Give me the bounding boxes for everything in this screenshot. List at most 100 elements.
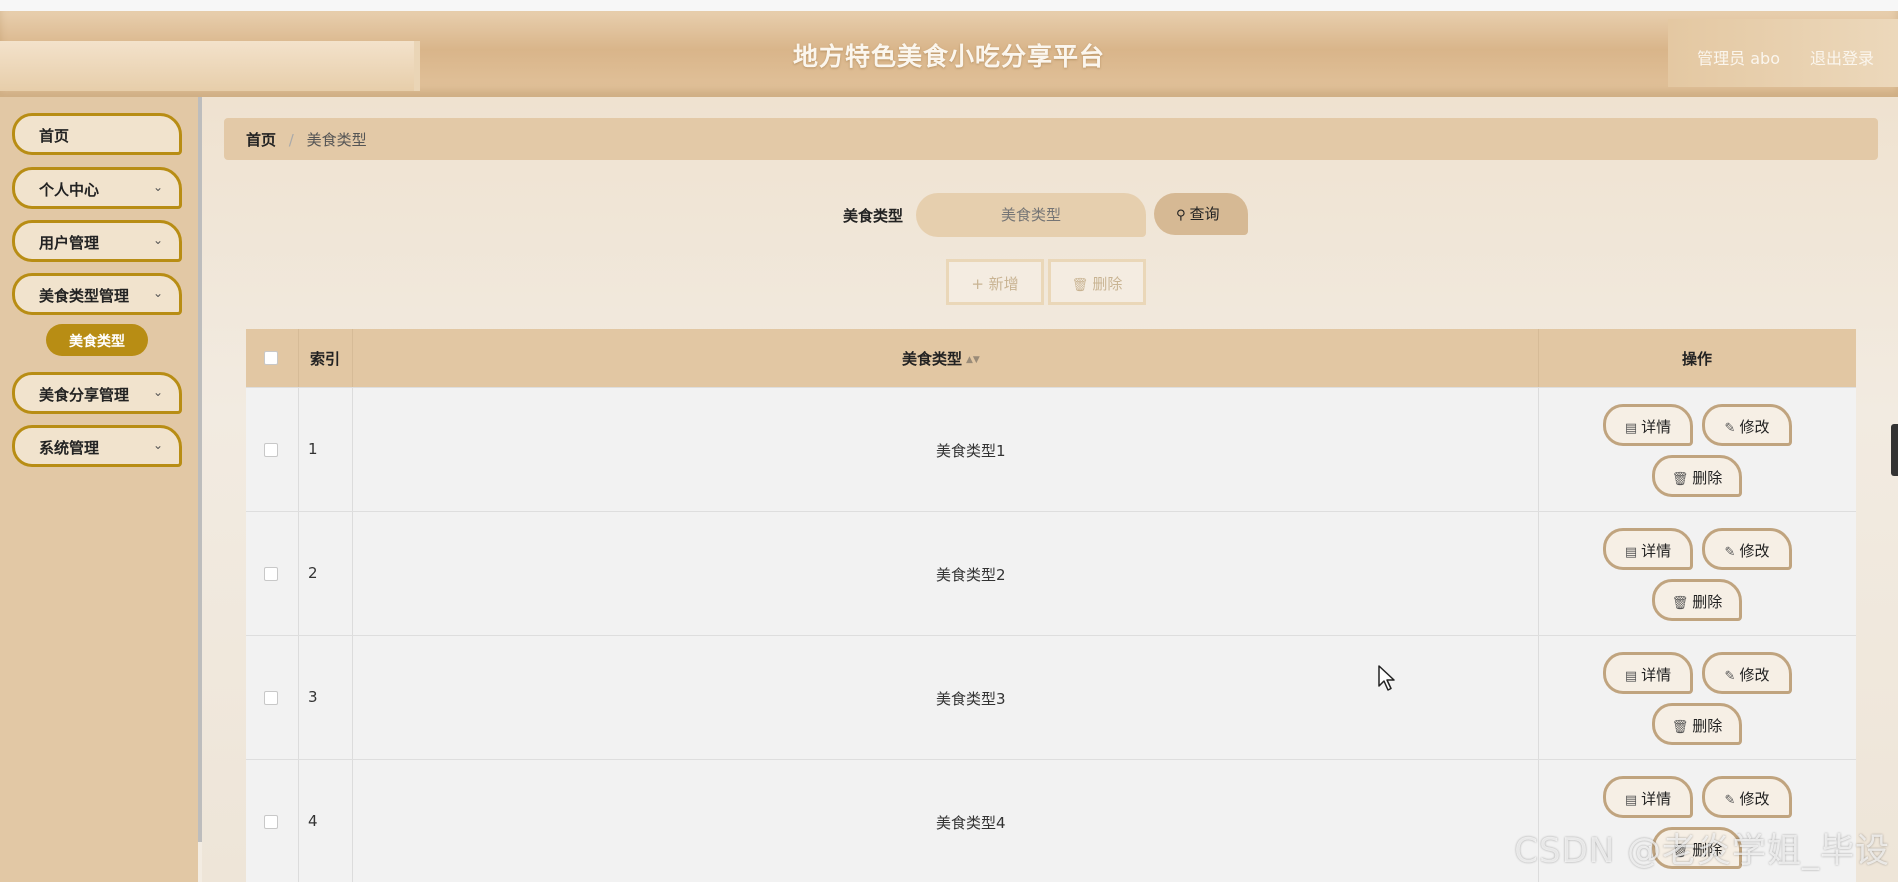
column-divider xyxy=(1538,512,1539,635)
detail-button[interactable]: ▤ 详情 xyxy=(1603,404,1693,446)
pencil-icon: ✎ xyxy=(1724,545,1736,560)
edit-button[interactable]: ✎ 修改 xyxy=(1702,404,1792,446)
breadcrumb-current: 美食类型 xyxy=(306,131,367,149)
pencil-icon: ✎ xyxy=(1724,421,1736,436)
edit-button-label: 修改 xyxy=(1739,790,1770,808)
row-checkbox[interactable] xyxy=(264,443,278,457)
detail-button-label: 详情 xyxy=(1641,418,1672,436)
header: 地方特色美食小吃分享平台 管理员 abo 退出登录 xyxy=(0,11,1898,97)
mouse-cursor-icon xyxy=(1378,665,1395,691)
column-divider xyxy=(352,388,353,511)
chevron-down-icon: ⌄ xyxy=(153,233,164,247)
logout-link[interactable]: 退出登录 xyxy=(1810,45,1874,69)
row-index: 2 xyxy=(308,564,318,582)
sidebar-item-food-share-management[interactable]: 美食分享管理 ⌄ xyxy=(12,372,182,414)
delete-button[interactable]: 🗑 删除 xyxy=(1652,455,1742,497)
batch-delete-button[interactable]: 🗑 删除 xyxy=(1048,259,1146,305)
row-checkbox[interactable] xyxy=(264,567,278,581)
food-type-table: 索引 美食类型 ▲▼ 操作 1 美食类型1 ▤ 详情 ✎ 修改 🗑 删除 2 美食类型2 xyxy=(246,329,1856,882)
column-divider xyxy=(352,760,353,882)
detail-button[interactable]: ▤ 详情 xyxy=(1603,776,1693,818)
app-title: 地方特色美食小吃分享平台 xyxy=(792,42,1105,71)
row-food-type: 美食类型4 xyxy=(936,814,1006,832)
main-content: 首页 / 美食类型 美食类型 ⚲查询 + 新增 🗑 删除 索引 美食类型▲▼ 操… xyxy=(202,97,1898,882)
pencil-icon: ✎ xyxy=(1724,669,1736,684)
edit-button-label: 修改 xyxy=(1739,666,1770,684)
column-divider xyxy=(352,636,353,759)
edit-button[interactable]: ✎ 修改 xyxy=(1702,776,1792,818)
document-icon: ▤ xyxy=(1624,669,1638,684)
document-icon: ▤ xyxy=(1624,793,1638,808)
row-index: 4 xyxy=(308,812,318,830)
row-index: 1 xyxy=(308,440,318,458)
header-operations: 操作 xyxy=(1682,350,1713,368)
detail-button-label: 详情 xyxy=(1641,542,1672,560)
add-button[interactable]: + 新增 xyxy=(946,259,1044,305)
breadcrumb: 首页 / 美食类型 xyxy=(224,118,1878,160)
chevron-down-icon: ⌄ xyxy=(153,438,164,452)
sidebar-item-user-management[interactable]: 用户管理 ⌄ xyxy=(12,220,182,262)
current-user: 管理员 abo xyxy=(1697,49,1780,68)
column-divider xyxy=(1538,329,1539,387)
delete-button-label: 删除 xyxy=(1692,469,1723,487)
column-divider xyxy=(298,329,299,387)
sidebar-item-label: 个人中心 xyxy=(39,181,100,199)
sidebar-subitem-food-type[interactable]: 美食类型 xyxy=(46,324,148,356)
edit-button[interactable]: ✎ 修改 xyxy=(1702,652,1792,694)
table-row: 1 美食类型1 ▤ 详情 ✎ 修改 🗑 删除 xyxy=(246,387,1856,511)
document-icon: ▤ xyxy=(1624,421,1638,436)
trash-icon: 🗑 xyxy=(1671,472,1689,487)
sort-icon[interactable]: ▲▼ xyxy=(966,355,980,365)
row-food-type: 美食类型1 xyxy=(936,442,1006,460)
edit-button-label: 修改 xyxy=(1739,418,1770,436)
side-drawer-handle[interactable] xyxy=(1891,424,1898,476)
select-all-checkbox[interactable] xyxy=(264,351,278,365)
sidebar-item-label: 首页 xyxy=(39,127,70,145)
detail-button[interactable]: ▤ 详情 xyxy=(1603,652,1693,694)
row-food-type: 美食类型2 xyxy=(936,566,1006,584)
sidebar-item-label: 美食类型管理 xyxy=(39,287,130,305)
sidebar-item-food-type-management[interactable]: 美食类型管理 ⌄ xyxy=(12,273,182,315)
pencil-icon: ✎ xyxy=(1724,793,1736,808)
search-input[interactable] xyxy=(916,193,1146,237)
browser-top-strip xyxy=(0,0,1898,11)
header-food-type[interactable]: 美食类型 ▲▼ xyxy=(902,348,980,369)
column-divider xyxy=(1538,636,1539,759)
sidebar-item-label: 系统管理 xyxy=(39,439,100,457)
watermark: CSDN @老炎学姐_毕设 xyxy=(1514,831,1890,871)
add-button-label: 新增 xyxy=(988,275,1019,293)
batch-delete-button-label: 删除 xyxy=(1092,275,1123,293)
row-checkbox[interactable] xyxy=(264,815,278,829)
header-food-type-label: 美食类型 xyxy=(902,350,963,368)
breadcrumb-home[interactable]: 首页 xyxy=(246,131,276,149)
delete-button[interactable]: 🗑 删除 xyxy=(1652,579,1742,621)
delete-button-label: 删除 xyxy=(1692,717,1723,735)
detail-button[interactable]: ▤ 详情 xyxy=(1603,528,1693,570)
table-header: 索引 美食类型 ▲▼ 操作 xyxy=(246,329,1856,387)
breadcrumb-separator: / xyxy=(288,131,294,149)
column-divider xyxy=(352,512,353,635)
detail-button-label: 详情 xyxy=(1641,666,1672,684)
table-row: 2 美食类型2 ▤ 详情 ✎ 修改 🗑 删除 xyxy=(246,511,1856,635)
trash-icon: 🗑 xyxy=(1671,720,1689,735)
edit-button[interactable]: ✎ 修改 xyxy=(1702,528,1792,570)
column-divider xyxy=(298,636,299,759)
column-divider xyxy=(298,388,299,511)
row-checkbox[interactable] xyxy=(264,691,278,705)
row-index: 3 xyxy=(308,688,318,706)
search-button-label: 查询 xyxy=(1189,205,1220,223)
search-button[interactable]: ⚲ 查询 xyxy=(1154,193,1248,235)
sidebar-item-label: 用户管理 xyxy=(39,234,100,252)
chevron-down-icon: ⌄ xyxy=(153,385,164,399)
column-divider xyxy=(352,329,353,387)
sidebar-item-home[interactable]: 首页 xyxy=(12,113,182,155)
search-icon: ⚲ xyxy=(1176,208,1186,223)
delete-button-label: 删除 xyxy=(1692,593,1723,611)
plus-icon: + xyxy=(971,275,989,293)
sidebar-item-system-management[interactable]: 系统管理 ⌄ xyxy=(12,425,182,467)
detail-button-label: 详情 xyxy=(1641,790,1672,808)
trash-icon: 🗑 xyxy=(1071,278,1093,293)
delete-button[interactable]: 🗑 删除 xyxy=(1652,703,1742,745)
sidebar-item-personal-center[interactable]: 个人中心 ⌄ xyxy=(12,167,182,209)
column-divider xyxy=(298,760,299,882)
